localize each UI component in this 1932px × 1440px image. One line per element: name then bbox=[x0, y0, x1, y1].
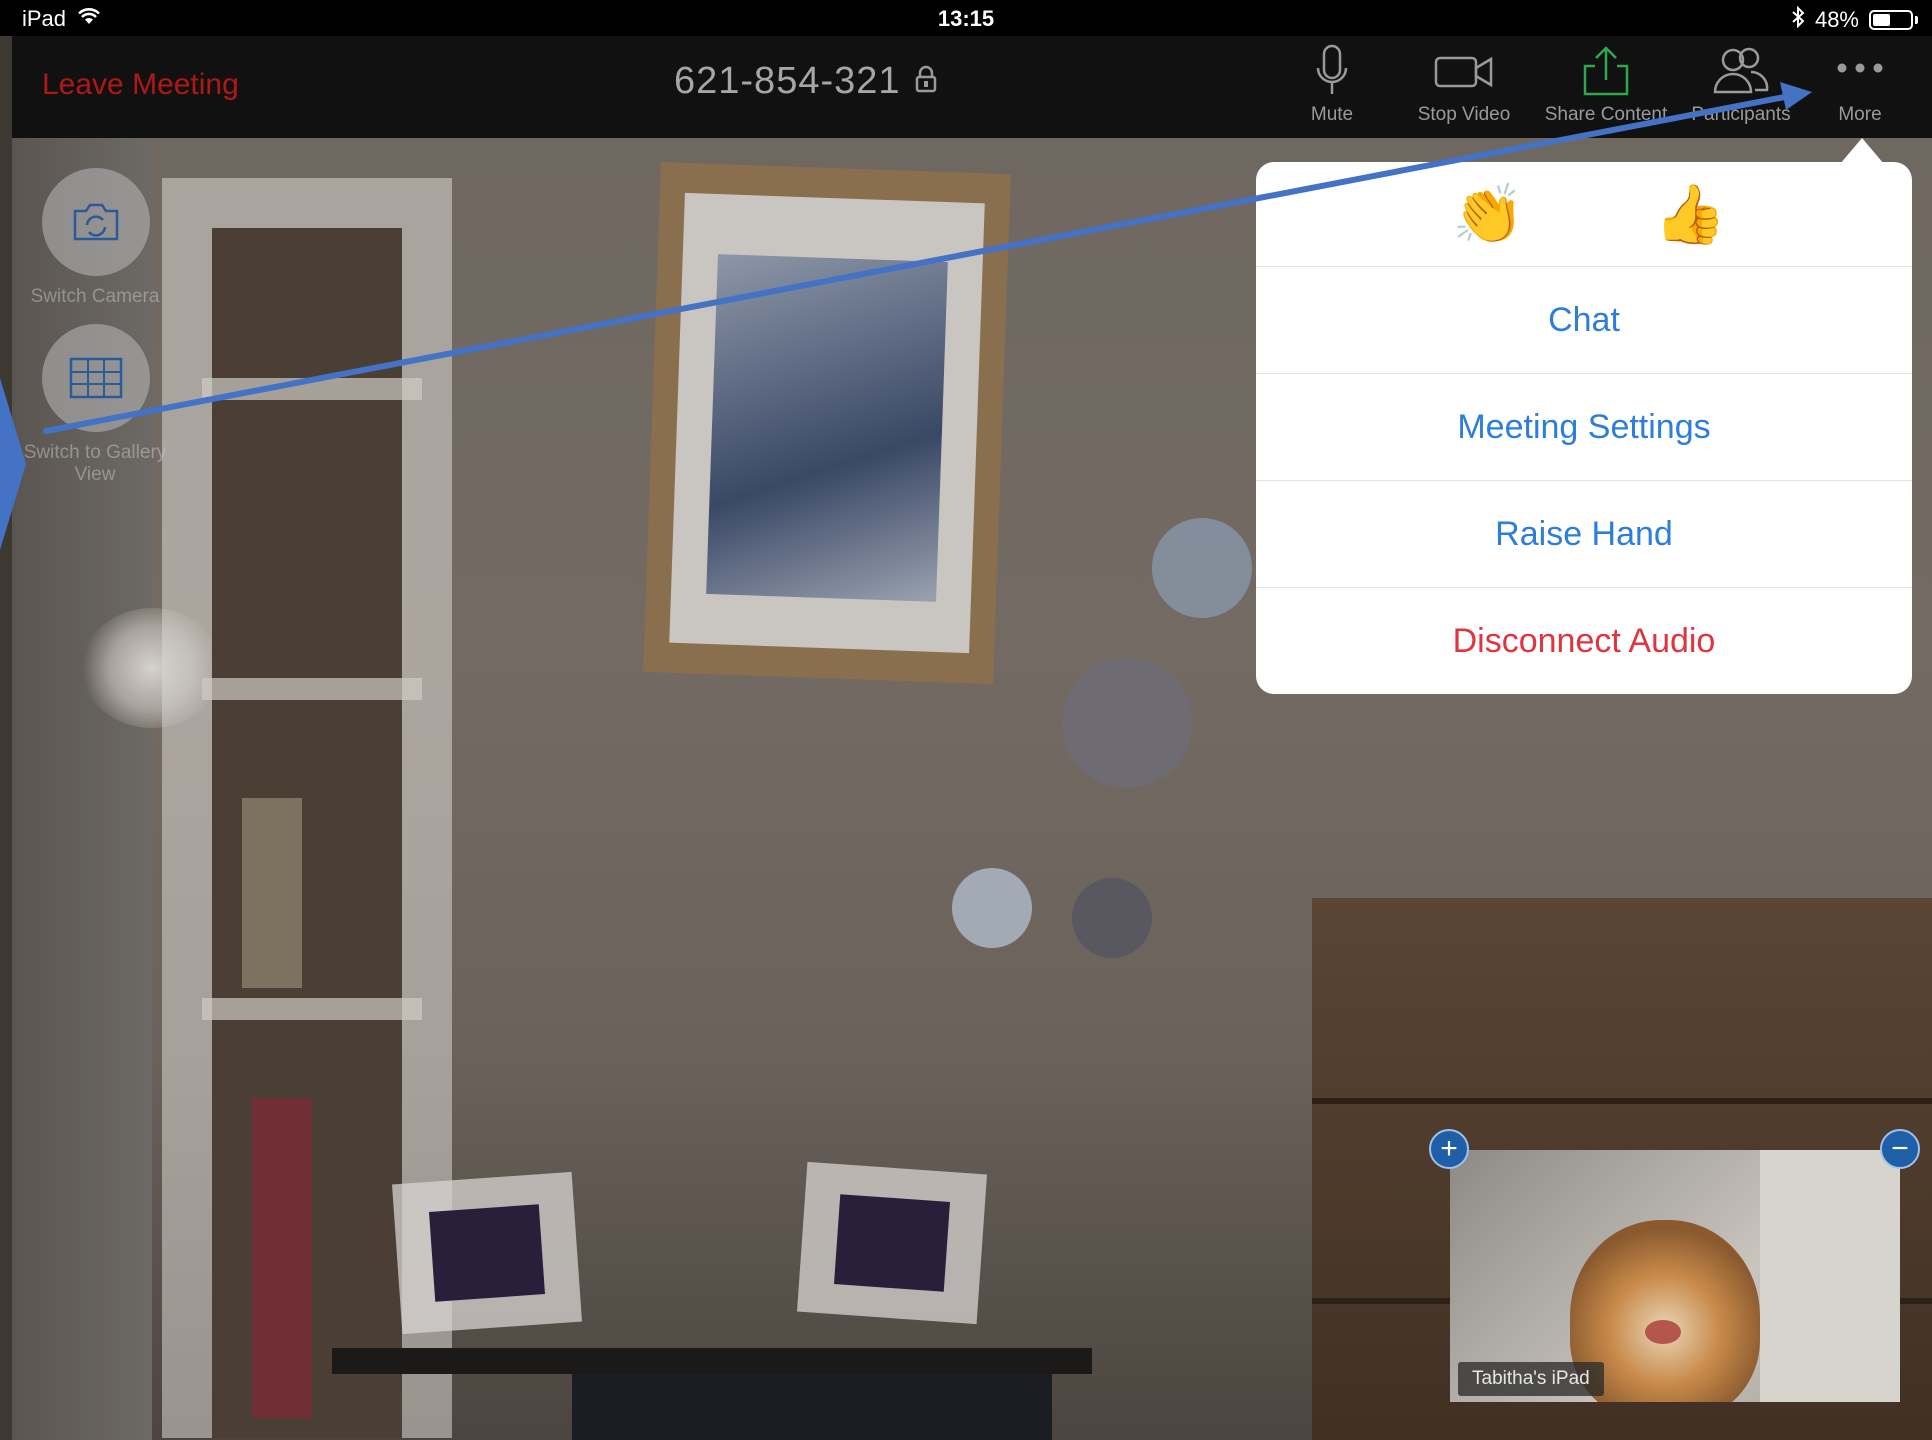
more-button[interactable]: More bbox=[1810, 44, 1910, 126]
video-camera-icon bbox=[1434, 56, 1493, 88]
battery-tip bbox=[1915, 16, 1918, 24]
popover-pointer bbox=[1840, 138, 1884, 164]
self-view-video[interactable]: Tabitha's iPad bbox=[1450, 1150, 1900, 1402]
video-picture-art bbox=[706, 254, 948, 602]
video-small-frame-photo bbox=[833, 1194, 951, 1292]
video-small-frame-photo bbox=[428, 1204, 546, 1302]
mute-button[interactable]: Mute bbox=[1272, 44, 1392, 126]
bluetooth-icon bbox=[1791, 5, 1805, 34]
switch-camera-icon bbox=[73, 203, 119, 241]
video-books bbox=[242, 798, 302, 988]
video-shelf-board bbox=[202, 678, 422, 700]
gallery-view-button[interactable] bbox=[42, 324, 150, 432]
switch-camera-button[interactable] bbox=[42, 168, 150, 276]
raise-hand-menu-item[interactable]: Raise Hand bbox=[1256, 481, 1912, 588]
meeting-id-group: 621-854-321 bbox=[674, 60, 937, 103]
video-books bbox=[252, 1098, 312, 1418]
video-shelf-board bbox=[202, 998, 422, 1020]
clap-reaction-button[interactable]: 👏 bbox=[1452, 180, 1524, 250]
participants-button[interactable]: Participants bbox=[1676, 44, 1806, 126]
battery-icon bbox=[1869, 10, 1913, 30]
self-view-expand-button[interactable]: + bbox=[1429, 1129, 1469, 1169]
self-view-name: Tabitha's iPad bbox=[1458, 1362, 1604, 1396]
more-menu-popover: 👏 👍 Chat Meeting Settings Raise Hand Dis… bbox=[1256, 162, 1912, 694]
stop-video-button[interactable]: Stop Video bbox=[1404, 44, 1524, 126]
mute-label: Mute bbox=[1310, 104, 1354, 125]
switch-camera-label: Switch Camera bbox=[30, 286, 160, 307]
video-table bbox=[332, 1348, 1092, 1374]
video-wall-flower bbox=[1152, 518, 1252, 618]
participants-label: Participants bbox=[1691, 104, 1791, 125]
gallery-view-label: Switch to Gallery View bbox=[23, 442, 167, 485]
microphone-icon bbox=[1316, 44, 1348, 94]
video-shelf-board bbox=[202, 378, 422, 400]
meeting-toolbar: Leave Meeting 621-854-321 Mute Stop Vide… bbox=[12, 36, 1932, 138]
stop-video-label: Stop Video bbox=[1417, 104, 1511, 125]
disconnect-audio-menu-item[interactable]: Disconnect Audio bbox=[1256, 588, 1912, 694]
participants-icon bbox=[1713, 47, 1769, 94]
meeting-settings-menu-item[interactable]: Meeting Settings bbox=[1256, 374, 1912, 481]
status-bar: iPad 13:15 48% bbox=[0, 0, 1932, 36]
share-content-label: Share Content bbox=[1544, 104, 1668, 125]
video-wall-flower bbox=[1062, 658, 1192, 788]
reactions-row: 👏 👍 bbox=[1256, 162, 1912, 267]
video-tv bbox=[572, 1374, 1052, 1440]
self-view-door bbox=[1760, 1150, 1900, 1402]
meeting-id: 621-854-321 bbox=[674, 60, 901, 102]
share-content-button[interactable]: Share Content bbox=[1536, 44, 1676, 126]
more-icon bbox=[1837, 63, 1883, 73]
video-dresser-line bbox=[1312, 1098, 1932, 1104]
battery-percent: 48% bbox=[1814, 7, 1859, 32]
grid-icon bbox=[69, 357, 123, 399]
status-time: 13:15 bbox=[937, 6, 995, 31]
video-wall-flower bbox=[1072, 878, 1152, 958]
leave-meeting-button[interactable]: Leave Meeting bbox=[42, 68, 239, 102]
lock-icon bbox=[915, 65, 937, 98]
self-view-minimize-button[interactable]: − bbox=[1880, 1129, 1920, 1169]
more-label: More bbox=[1838, 104, 1882, 125]
self-view-toy-nose bbox=[1645, 1320, 1681, 1344]
thumbs-up-reaction-button[interactable]: 👍 bbox=[1654, 180, 1726, 250]
chat-menu-item[interactable]: Chat bbox=[1256, 267, 1912, 374]
battery-level bbox=[1873, 14, 1890, 26]
video-wall-flower bbox=[952, 868, 1032, 948]
share-icon bbox=[1583, 46, 1629, 96]
